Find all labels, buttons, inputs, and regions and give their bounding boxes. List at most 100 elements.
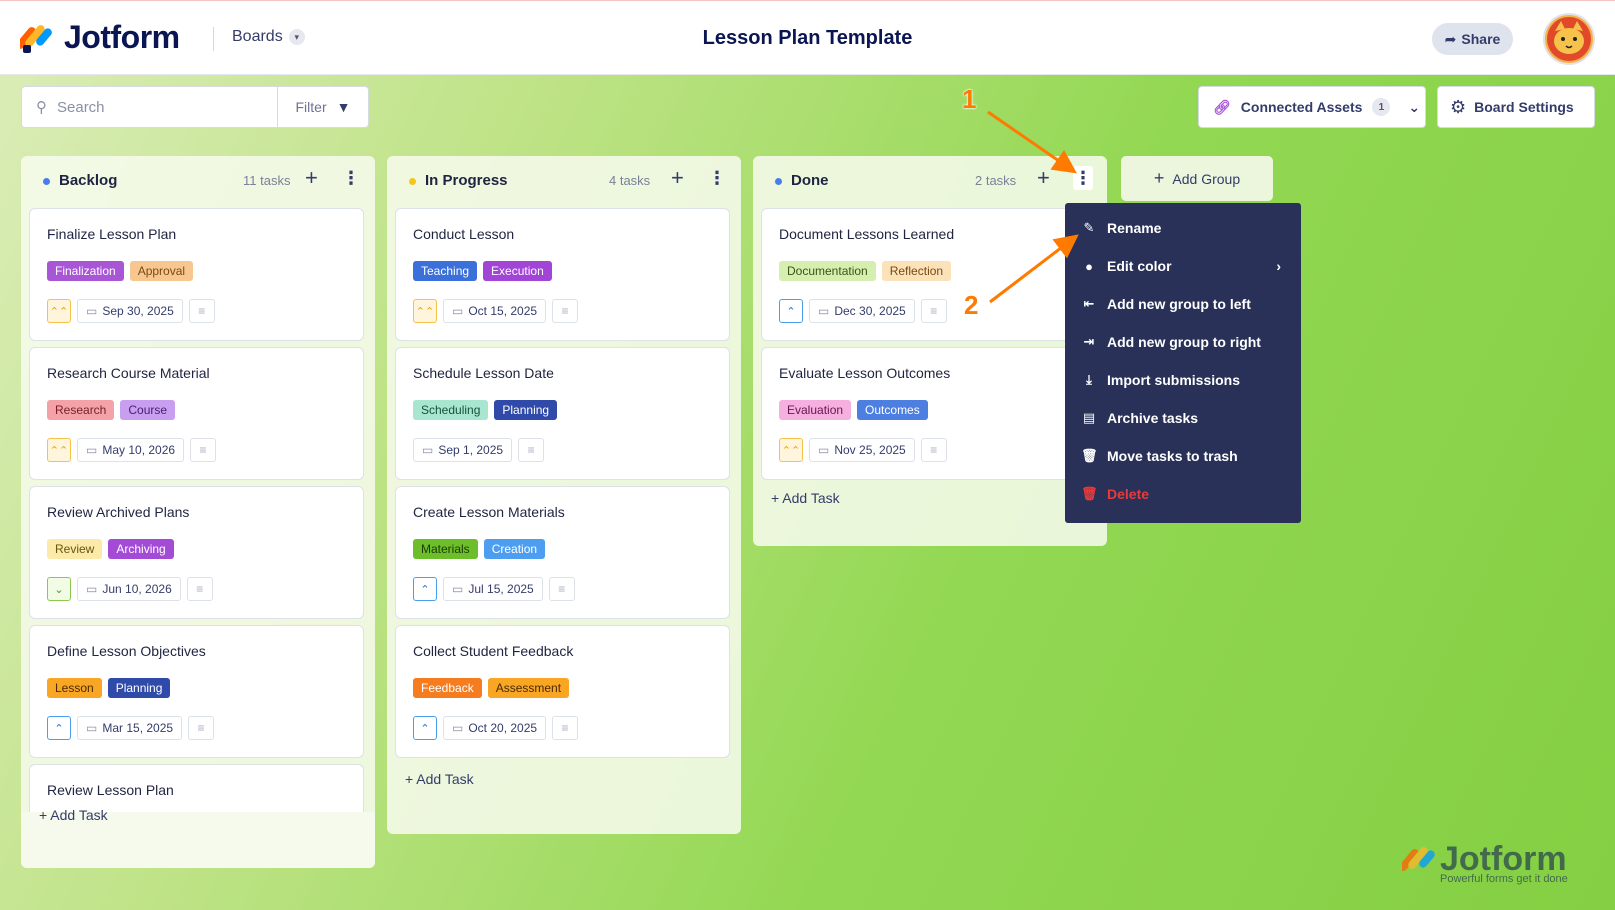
calendar-icon: ▭	[86, 443, 98, 457]
due-date[interactable]: ▭ Dec 30, 2025	[809, 299, 915, 323]
description-icon[interactable]: ≡	[920, 299, 947, 323]
priority-medium-icon[interactable]: ⌃	[47, 716, 71, 740]
description-icon[interactable]: ≡	[188, 716, 215, 740]
due-date[interactable]: ▭ Nov 25, 2025	[809, 438, 915, 462]
menu-item-add-new-group-to-left[interactable]: ⇤ Add new group to left	[1065, 285, 1301, 323]
task-card[interactable]: Define Lesson Objectives Lesson Planning ⌃ ▭…	[29, 625, 364, 758]
task-card[interactable]: Create Lesson Materials Materials Creation…	[395, 486, 730, 619]
insert-left-icon: ⇤	[1083, 296, 1095, 311]
connected-assets-label: Connected Assets	[1240, 99, 1363, 115]
column-menu-icon[interactable]: ⋮	[1073, 166, 1093, 190]
due-date[interactable]: ▭ Sep 30, 2025	[77, 299, 183, 323]
due-date[interactable]: ▭ May 10, 2026	[77, 438, 185, 462]
add-task-plus-icon[interactable]: +	[671, 167, 684, 189]
priority-low-icon[interactable]: ⌄	[47, 577, 71, 601]
add-task-button[interactable]: + Add Task	[405, 771, 474, 787]
task-card[interactable]: Conduct Lesson Teaching Execution ⌃⌃ ▭ Oct 15…	[395, 208, 730, 341]
edit-icon: ✎	[1083, 220, 1095, 235]
task-card[interactable]: Research Course Material Research Course ⌃⌃…	[29, 347, 364, 480]
menu-item-delete[interactable]: 🗑︎ Delete	[1065, 475, 1301, 513]
menu-item-add-new-group-to-right[interactable]: ⇥ Add new group to right	[1065, 323, 1301, 361]
filter-label: Filter	[295, 99, 327, 115]
add-group-button[interactable]: + Add Group	[1121, 156, 1273, 201]
menu-item-label: Archive tasks	[1107, 410, 1199, 426]
description-icon[interactable]: ≡	[186, 577, 213, 601]
add-task-button[interactable]: + Add Task	[771, 490, 840, 506]
priority-medium-icon[interactable]: ⌃	[779, 299, 803, 323]
task-title: Schedule Lesson Date	[413, 365, 554, 381]
due-date[interactable]: ▭ Jul 15, 2025	[443, 577, 543, 601]
share-icon: ➦	[1444, 30, 1457, 47]
tag: Creation	[483, 539, 546, 559]
calendar-icon: ▭	[818, 304, 830, 318]
tag-list: Teaching Execution	[413, 261, 552, 281]
priority-high-icon[interactable]: ⌃⌃	[47, 438, 71, 462]
task-card[interactable]: Document Lessons Learned Documentation Ref…	[761, 208, 1096, 341]
task-title: Conduct Lesson	[413, 226, 515, 242]
menu-item-label: Delete	[1107, 486, 1150, 502]
page-title: Lesson Plan Template	[702, 27, 913, 49]
avatar[interactable]	[1543, 13, 1595, 65]
droplet-icon: ●	[1085, 258, 1093, 274]
filter-button[interactable]: Filter ▼	[278, 87, 368, 127]
board-settings-button[interactable]: ⚙ Board Settings	[1437, 86, 1595, 128]
description-icon[interactable]: ≡	[518, 438, 545, 462]
add-task-plus-icon[interactable]: +	[1037, 167, 1050, 189]
priority-high-icon[interactable]: ⌃⌃	[47, 299, 71, 323]
column-0: Backlog 11 tasks + ⋮ Finalize Lesson Pla…	[21, 156, 375, 868]
search-input[interactable]: ⚲ Search	[22, 87, 278, 127]
add-task-label: Add Task	[50, 807, 108, 823]
tag: Feedback	[413, 678, 482, 698]
menu-item-rename[interactable]: ✎ Rename	[1065, 209, 1301, 247]
due-date-text: Jun 10, 2026	[102, 582, 172, 596]
add-task-plus-icon[interactable]: +	[305, 167, 318, 189]
menu-item-edit-color[interactable]: ● Edit color ›	[1065, 247, 1301, 285]
menu-item-archive-tasks[interactable]: ▤ Archive tasks	[1065, 399, 1301, 437]
due-date-text: May 10, 2026	[102, 443, 176, 457]
search-filter-bar: ⚲ Search Filter ▼	[21, 86, 369, 128]
task-card[interactable]: Evaluate Lesson Outcomes Evaluation Outcom…	[761, 347, 1096, 480]
connected-assets-button[interactable]: 🔗︎ Connected Assets 1 ⌄	[1198, 86, 1426, 128]
task-card[interactable]: Schedule Lesson Date Scheduling Planning ▭ S…	[395, 347, 730, 480]
description-icon[interactable]: ≡	[548, 577, 575, 601]
column-menu-icon[interactable]: ⋮	[707, 169, 727, 187]
menu-item-move-tasks-to-trash[interactable]: 🗑︎ Move tasks to trash	[1065, 437, 1301, 475]
task-card[interactable]: Review Archived Plans Review Archiving ⌄ ▭ Ju…	[29, 486, 364, 619]
calendar-icon: ▭	[452, 582, 464, 596]
share-button[interactable]: ➦ Share	[1432, 23, 1513, 55]
chevron-down-icon: ⌄	[1408, 98, 1421, 115]
status-dot	[409, 178, 416, 185]
description-icon[interactable]: ≡	[552, 299, 579, 323]
add-task-label: Add Task	[416, 771, 474, 787]
column-header: Backlog 11 tasks + ⋮	[21, 156, 375, 204]
description-icon[interactable]: ≡	[190, 438, 217, 462]
tag: Planning	[107, 678, 171, 698]
task-title: Create Lesson Materials	[413, 504, 565, 520]
add-task-label: Add Task	[782, 490, 840, 506]
due-date[interactable]: ▭ Mar 15, 2025	[77, 716, 183, 740]
due-date-text: Dec 30, 2025	[834, 304, 906, 318]
task-meta: ⌃⌃ ▭ Nov 25, 2025 ≡	[779, 438, 947, 462]
priority-high-icon[interactable]: ⌃⌃	[413, 299, 437, 323]
task-card[interactable]: Collect Student Feedback Feedback Assessme…	[395, 625, 730, 758]
description-icon[interactable]: ≡	[552, 716, 579, 740]
priority-medium-icon[interactable]: ⌃	[413, 577, 437, 601]
description-icon[interactable]: ≡	[920, 438, 947, 462]
priority-high-icon[interactable]: ⌃⌃	[779, 438, 803, 462]
column-menu-icon[interactable]: ⋮	[341, 169, 361, 187]
due-date[interactable]: ▭ Oct 15, 2025	[443, 299, 547, 323]
due-date[interactable]: ▭ Jun 10, 2026	[77, 577, 181, 601]
description-icon[interactable]: ≡	[188, 299, 215, 323]
priority-medium-icon[interactable]: ⌃	[413, 716, 437, 740]
task-card[interactable]: Finalize Lesson Plan Finalization Approval…	[29, 208, 364, 341]
menu-item-import-submissions[interactable]: ⤓ Import submissions	[1065, 361, 1301, 399]
status-dot	[43, 178, 50, 185]
menu-item-label: Import submissions	[1107, 372, 1241, 388]
delete-icon: 🗑︎	[1081, 486, 1098, 501]
add-task-button[interactable]: + Add Task	[39, 807, 108, 823]
add-group-label: Add Group	[1172, 170, 1241, 187]
due-date[interactable]: ▭ Oct 20, 2025	[443, 716, 547, 740]
due-date[interactable]: ▭ Sep 1, 2025	[413, 438, 513, 462]
column-header: In Progress 4 tasks + ⋮	[387, 156, 741, 204]
due-date-text: Oct 15, 2025	[468, 304, 538, 318]
